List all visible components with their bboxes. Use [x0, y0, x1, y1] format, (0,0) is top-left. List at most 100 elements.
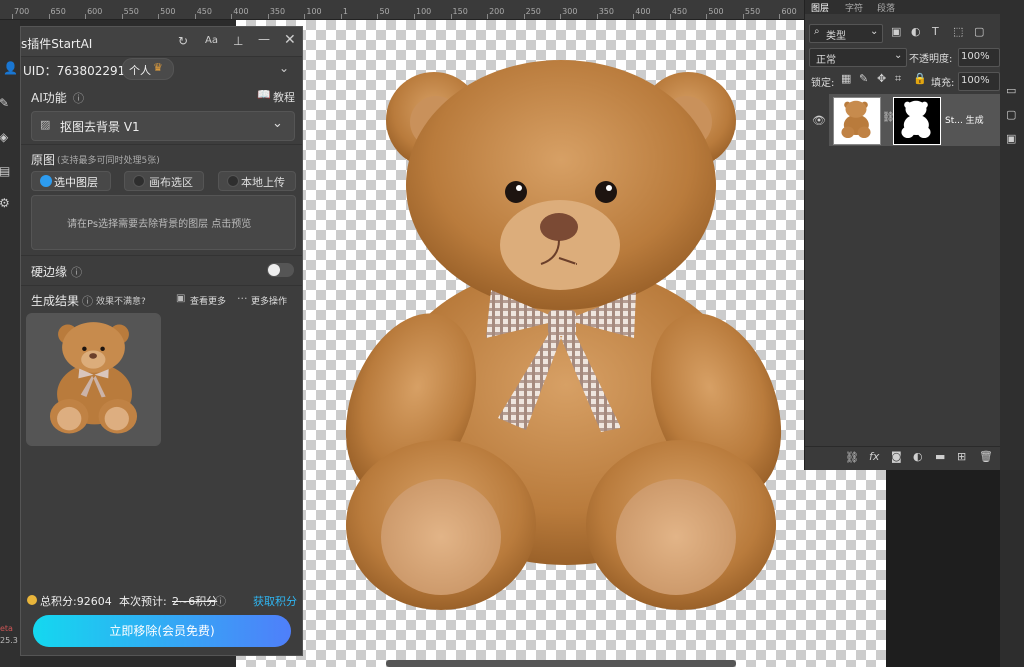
lock-move-icon[interactable]: ✥	[877, 72, 886, 85]
divider	[21, 285, 302, 286]
layers-tabs: 图层 字符 段落	[805, 0, 1001, 14]
folder-icon[interactable]: ▬	[935, 450, 945, 463]
font-size-icon[interactable]: Aa	[205, 35, 218, 46]
layer-row[interactable]: ⛓ St... 生成	[829, 94, 1001, 146]
info-icon[interactable]: ⓘ	[215, 593, 226, 609]
ruler-tick	[450, 14, 452, 19]
more-actions-link[interactable]: 更多操作	[251, 294, 287, 307]
get-points-link[interactable]: 获取积分	[253, 593, 297, 609]
trash-icon[interactable]: 🗑	[979, 450, 993, 463]
source-option-selected-layer[interactable]: 选中图层	[31, 171, 111, 191]
ruler-tick	[158, 14, 160, 19]
teddy-bear-thumbnail	[841, 100, 871, 139]
layer-thumbnail	[833, 97, 881, 145]
fill-value: 100%	[961, 75, 990, 86]
ruler-label: 200	[489, 7, 505, 16]
fill-field[interactable]: 100%	[958, 72, 1000, 91]
panel-icon[interactable]: ▭	[1006, 84, 1016, 97]
info-icon[interactable]: ⓘ	[71, 264, 82, 280]
chevron-down-icon: ⌄	[272, 116, 283, 131]
info-icon[interactable]: ⓘ	[73, 90, 84, 106]
right-tool-strip: ▭ ▢ ▣	[1000, 0, 1024, 470]
lock-label: 锁定:	[811, 78, 835, 89]
account-badge[interactable]: 个人 ♛	[122, 58, 174, 80]
adjustment-layer-icon[interactable]: ◐	[913, 450, 923, 463]
filter-shape-icon[interactable]: ⬚	[953, 25, 963, 38]
link-layers-icon[interactable]: ⛓	[845, 451, 859, 464]
source-hint: (支持最多可同时处理5张)	[57, 156, 160, 166]
blend-mode-select[interactable]: 正常 ⌄	[809, 48, 907, 67]
document-icon[interactable]: ▤	[0, 164, 10, 178]
ruler-tick	[121, 14, 123, 19]
ruler-label: 400	[233, 7, 249, 16]
ruler-tick	[267, 14, 269, 19]
tutorial-link[interactable]: 教程	[273, 89, 295, 105]
filter-adjustment-icon[interactable]: ◐	[911, 25, 921, 38]
chevron-down-icon[interactable]: ⌄	[279, 61, 289, 75]
remove-now-button[interactable]: 立即移除(会员免费)	[33, 615, 291, 647]
ai-section-label: AI功能	[31, 91, 67, 105]
add-mask-icon[interactable]: ◙	[891, 450, 902, 463]
source-option-local-upload[interactable]: 本地上传	[218, 171, 296, 191]
source-option-label: 本地上传	[241, 176, 285, 189]
lock-all-icon[interactable]: 🔒	[913, 72, 927, 85]
document-canvas[interactable]	[236, 20, 886, 667]
tab-layers[interactable]: 图层	[811, 1, 829, 14]
panel-icon[interactable]: ▢	[1006, 108, 1016, 121]
filter-type-icon[interactable]: T	[932, 25, 939, 38]
chevron-down-icon: ⌄	[870, 26, 879, 37]
ai-feature-dropdown[interactable]: ▨ 抠图去背景 V1 ⌄	[31, 111, 295, 141]
ruler-label: 450	[196, 7, 212, 16]
ruler-tick	[194, 14, 196, 19]
fx-icon[interactable]: fx	[869, 450, 879, 463]
ruler-label: 650	[50, 7, 66, 16]
filter-pixel-icon[interactable]: ▣	[891, 25, 901, 38]
tab-character[interactable]: 字符	[845, 1, 863, 14]
points-estimate-prefix: 本次预计:	[119, 595, 167, 608]
close-icon[interactable]: ✕	[284, 32, 296, 48]
tab-paragraph[interactable]: 段落	[877, 1, 895, 14]
opacity-label: 不透明度:	[909, 54, 953, 65]
result-feedback-link[interactable]: 效果不满意?	[96, 294, 146, 307]
book-icon: 📖	[257, 88, 271, 101]
opacity-field[interactable]: 100%	[958, 48, 1000, 67]
hard-edge-toggle[interactable]	[267, 263, 294, 277]
blend-mode-value: 正常	[816, 55, 836, 66]
ruler-label: 100	[416, 7, 432, 16]
radio-icon	[133, 175, 145, 187]
lock-artboard-icon[interactable]: ⌗	[895, 72, 901, 86]
plugin-titlebar: s插件StartAI ↻ Aa ⊥ — ✕	[21, 27, 302, 57]
filter-kind-select[interactable]: ⌕ 类型 ⌄	[809, 24, 883, 43]
ruler-tick	[231, 14, 233, 19]
panel-icon[interactable]: ▣	[1006, 132, 1016, 145]
brush-icon[interactable]: ✎	[0, 96, 9, 110]
new-layer-icon[interactable]: ⊞	[957, 450, 966, 463]
tool-strip: eta 25.3	[0, 20, 20, 667]
ruler-tick	[304, 14, 306, 19]
filter-smartobject-icon[interactable]: ▢	[974, 25, 984, 38]
ruler-label: 450	[671, 7, 688, 16]
points-estimate-value: 2~6积分	[172, 595, 218, 608]
result-thumbnail[interactable]	[26, 313, 161, 446]
eye-icon[interactable]: 👁	[812, 114, 826, 127]
horizontal-scrollbar[interactable]	[386, 660, 736, 667]
image-icon: ▣	[176, 293, 186, 304]
pin-icon[interactable]: ⊥	[233, 34, 243, 48]
lock-paint-icon[interactable]: ✎	[859, 72, 868, 85]
gear-icon[interactable]: ⚙	[0, 196, 10, 210]
source-option-label: 画布选区	[149, 176, 193, 189]
points-total: 总积分:92604	[40, 595, 112, 608]
plugin-title: s插件StartAI	[21, 37, 93, 51]
search-icon: ⌕	[814, 26, 820, 37]
left-edge-label-1: eta	[0, 624, 13, 633]
lock-transparency-icon[interactable]: ▦	[841, 72, 851, 85]
ruler-label: 500	[160, 7, 176, 16]
refresh-icon[interactable]: ↻	[178, 34, 188, 48]
info-icon: ⓘ	[82, 295, 93, 308]
source-option-canvas-selection[interactable]: 画布选区	[124, 171, 204, 191]
source-preview-area[interactable]: 请在Ps选择需要去除背景的图层 点击预览	[31, 195, 296, 250]
ruler-tick	[633, 14, 635, 19]
minimize-icon[interactable]: —	[258, 32, 270, 46]
view-more-link[interactable]: 查看更多	[190, 294, 226, 307]
layers-icon[interactable]: ◈	[0, 130, 8, 144]
